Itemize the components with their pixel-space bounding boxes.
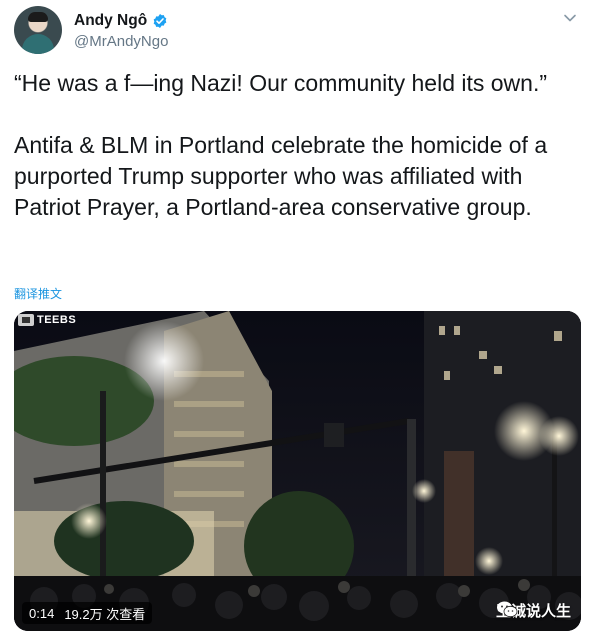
watermark: 王诚说人生	[496, 600, 571, 621]
author-name-row: Andy Ngô	[74, 12, 168, 30]
video-frame	[14, 311, 581, 631]
video-meta-overlay: 0:14 19.2万 次查看	[22, 602, 153, 624]
camera-icon	[18, 314, 34, 326]
author-handle[interactable]: @MrAndyNgo	[74, 33, 168, 50]
tweet-text: “He was a f—ing Nazi! Our community held…	[14, 70, 548, 220]
chevron-down-icon[interactable]	[562, 10, 578, 26]
video-duration: 0:14	[29, 605, 55, 621]
verified-badge-icon	[153, 14, 167, 28]
video-view-count: 19.2万 次查看	[64, 606, 146, 622]
translate-tweet-link[interactable]: 翻译推文	[14, 285, 62, 302]
brand-tag-label: TEEBS	[37, 314, 77, 326]
wechat-icon	[496, 601, 518, 618]
video-player[interactable]: TEEBS 0:14 19.2万 次查看 王诚说人生	[14, 311, 581, 631]
avatar[interactable]	[14, 6, 62, 54]
author-name[interactable]: Andy Ngô	[74, 12, 147, 30]
tweet-header: Andy Ngô @MrAndyNgo	[14, 6, 580, 56]
video-brand-tag: TEEBS	[18, 314, 76, 326]
